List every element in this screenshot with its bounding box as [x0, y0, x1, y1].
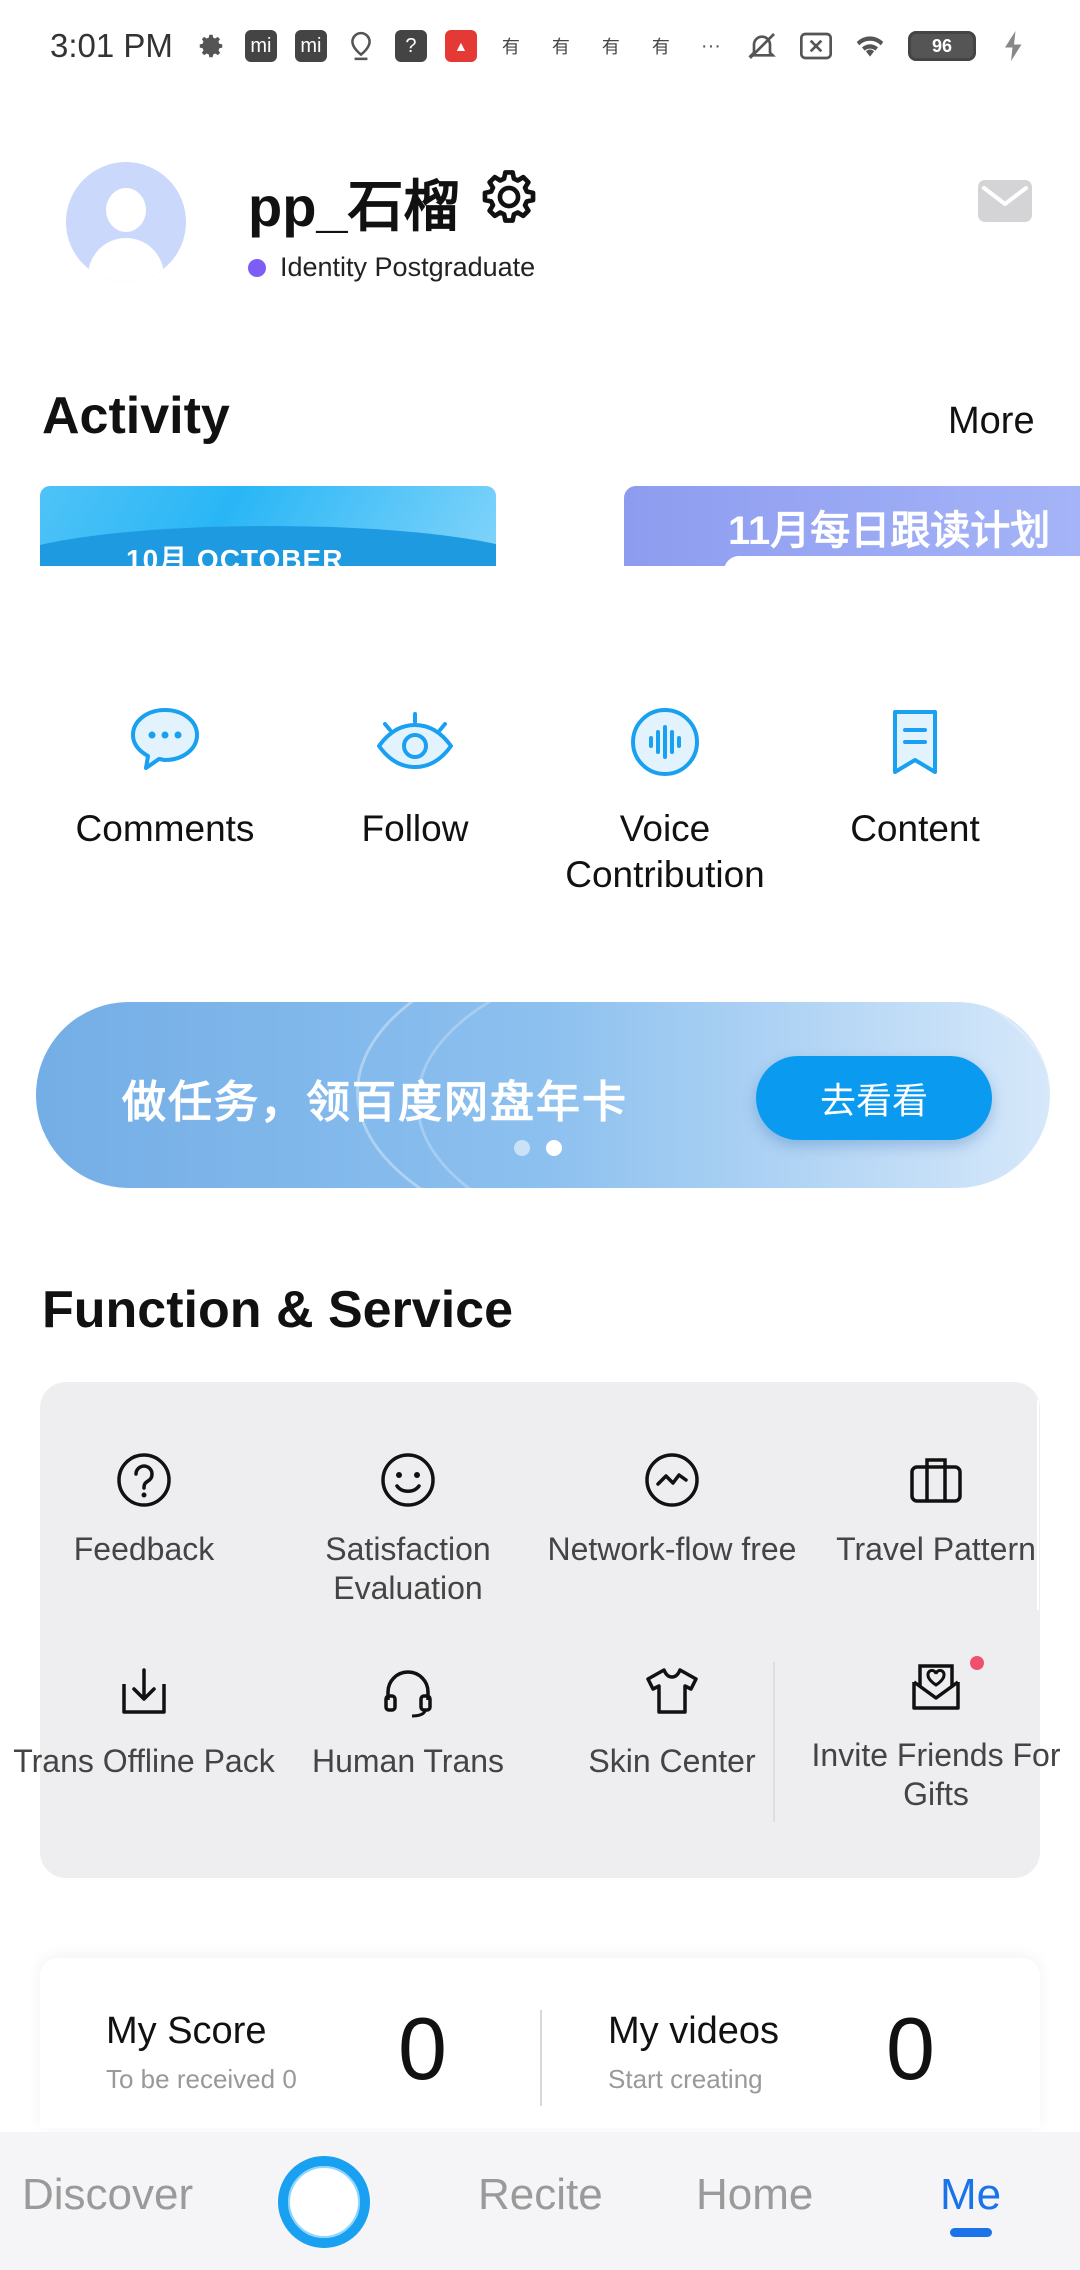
service-invite-friends[interactable]: Invite Friends For Gifts [804, 1656, 1068, 1814]
service-label: Travel Pattern [836, 1531, 1036, 1567]
activity-banner-label: 11月每日跟读计划 [728, 509, 1051, 553]
notification-icons: mi mi ? ▲ 有 有 有 有 ··· [195, 30, 727, 62]
pagination-dot[interactable] [514, 1140, 530, 1156]
stats-card: My Score To be received 0 0 My videos St… [40, 1958, 1040, 2128]
pagination-dot-active[interactable] [546, 1140, 562, 1156]
eye-icon [377, 712, 453, 769]
my-score-title[interactable]: My Score [106, 2010, 266, 2053]
promo-pagination [514, 1140, 562, 1156]
function-service-title: Function & Service [42, 1281, 513, 1339]
status-time: 3:01 PM [50, 27, 173, 64]
location-icon [345, 30, 377, 62]
notification-badge [970, 1656, 984, 1670]
service-human-trans[interactable]: Human Trans [276, 1662, 540, 1781]
quick-action-content[interactable]: Content [790, 700, 1040, 852]
my-videos-subtitle: Start creating [608, 2064, 763, 2094]
service-label: Human Trans [311, 1743, 505, 1779]
my-videos-value: 0 [886, 1999, 935, 2098]
service-satisfaction-evaluation[interactable]: Satisfaction Evaluation [276, 1450, 540, 1608]
question-icon: ? [394, 30, 427, 62]
pulse-circle-icon [645, 1453, 699, 1507]
nav-me[interactable]: Me [940, 2170, 1001, 2220]
quick-action-comments[interactable]: Comments [40, 700, 290, 852]
charging-icon [998, 30, 1030, 62]
smile-icon [381, 1453, 435, 1507]
my-videos-title[interactable]: My videos [608, 2010, 779, 2053]
avatar-head [106, 188, 146, 232]
bottom-navigation: Discover Recite Home Me [0, 2132, 1080, 2270]
avatar-body [88, 238, 164, 282]
quick-action-label: Content [850, 808, 980, 849]
activity-banner-october[interactable]: 10月 OCTOBER [40, 486, 496, 566]
app-icon: 有 [651, 37, 670, 57]
status-bar: 3:01 PM mi mi ? ▲ 有 有 有 有 ··· 96 [0, 0, 1080, 92]
app-icon: 有 [601, 37, 620, 57]
mute-icon [746, 30, 778, 62]
service-label: Trans Offline Pack [13, 1743, 275, 1779]
quick-action-label: Follow [361, 808, 469, 849]
tshirt-icon [646, 1668, 698, 1714]
system-icons: 96 [746, 30, 1030, 62]
sim-x-icon [800, 30, 832, 62]
promo-text: 做任务，领百度网盘年卡 [122, 1078, 628, 1127]
identity-dot [248, 258, 266, 277]
service-label: Network-flow free [547, 1531, 797, 1567]
activity-title: Activity [42, 387, 230, 445]
wifi-icon [854, 30, 886, 62]
nav-recite[interactable]: Recite [478, 2170, 603, 2220]
headset-icon [384, 1670, 432, 1718]
comment-bubble-icon [131, 708, 199, 770]
bookmark-doc-icon [893, 710, 937, 774]
banner-pill [724, 556, 1080, 566]
promo-banner[interactable]: 做任务，领百度网盘年卡 去看看 [36, 1002, 1050, 1188]
mi-store-icon: mi [294, 30, 327, 62]
service-feedback[interactable]: Feedback [12, 1450, 276, 1569]
nav-active-indicator [950, 2228, 992, 2237]
assistant-ring-icon[interactable] [278, 2156, 370, 2248]
my-score-subtitle: To be received 0 [106, 2064, 297, 2094]
briefcase-icon [910, 1458, 962, 1503]
app-icon: 有 [501, 37, 520, 57]
voice-wave-icon [631, 708, 699, 776]
promo-go-button[interactable]: 去看看 [756, 1056, 992, 1140]
stats-divider [540, 2010, 542, 2106]
service-label: Satisfaction Evaluation [325, 1531, 491, 1606]
service-label: Invite Friends For Gifts [811, 1737, 1061, 1812]
envelope-heart-icon [912, 1664, 960, 1710]
identity-badge[interactable]: Identity Postgraduate [248, 252, 535, 283]
gear-icon[interactable] [478, 166, 540, 228]
app-icon: 有 [551, 37, 570, 57]
quick-action-voice-contribution[interactable]: Voice Contribution [540, 700, 790, 898]
activity-banner-label: 10月 OCTOBER [126, 544, 344, 566]
download-tray-icon [122, 1668, 166, 1714]
mi-store-icon: mi [244, 30, 277, 62]
service-travel-pattern[interactable]: Travel Pattern [804, 1450, 1068, 1569]
mail-icon[interactable] [978, 180, 1032, 222]
nav-home[interactable]: Home [696, 2170, 813, 2220]
question-circle-icon [117, 1453, 171, 1507]
quick-action-follow[interactable]: Follow [290, 700, 540, 852]
my-score-value: 0 [398, 1999, 447, 2098]
service-trans-offline-pack[interactable]: Trans Offline Pack [12, 1662, 276, 1781]
service-skin-center[interactable]: Skin Center [540, 1662, 804, 1781]
quick-action-label: Comments [75, 808, 255, 849]
service-label: Feedback [73, 1531, 215, 1567]
identity-label: Identity Postgraduate [280, 252, 536, 282]
more-dots-icon: ··· [700, 34, 721, 57]
service-label: Skin Center [588, 1743, 756, 1779]
gear-icon [195, 30, 227, 62]
nav-discover[interactable]: Discover [22, 2170, 193, 2220]
battery-icon: 96 [908, 31, 976, 61]
username: pp_石榴 [248, 175, 460, 238]
activity-more-link[interactable]: More [948, 400, 1035, 443]
avatar[interactable] [66, 162, 186, 282]
activity-banner-daily-reading[interactable]: 11月每日跟读计划 [624, 486, 1080, 566]
quick-action-label: Voice Contribution [565, 808, 765, 895]
app-red-icon: ▲ [444, 30, 477, 62]
service-network-flow-free[interactable]: Network-flow free [540, 1450, 804, 1569]
